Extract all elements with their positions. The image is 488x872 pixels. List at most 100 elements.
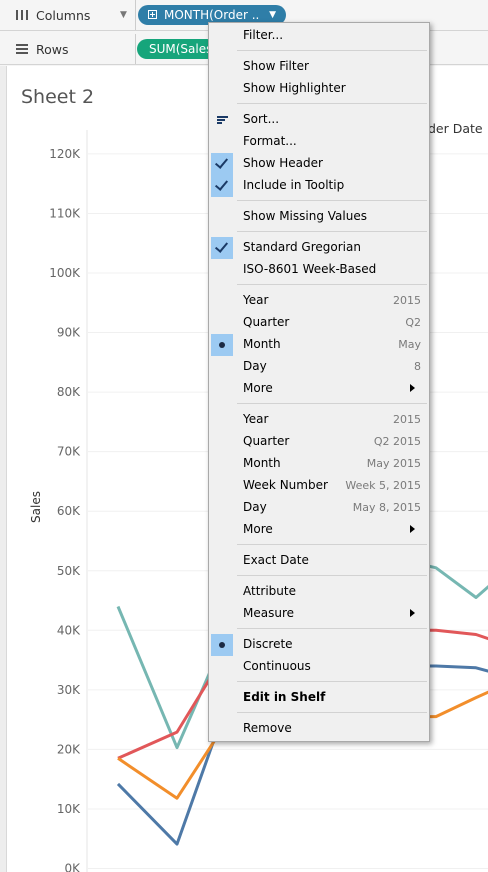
menu-item-day[interactable]: Day 8	[209, 356, 429, 378]
menu-item-discrete[interactable]: Discrete	[209, 634, 429, 656]
columns-label: Columns	[36, 8, 91, 23]
menu-item-label: Week Number	[243, 478, 328, 492]
menu-item-value: 2015	[393, 413, 421, 426]
menu-item-more[interactable]: More	[209, 378, 429, 400]
submenu-arrow-icon	[410, 609, 415, 617]
menu-item-remove[interactable]: Remove	[209, 718, 429, 740]
columns-icon	[16, 10, 28, 20]
menu-item-month[interactable]: Month May 2015	[209, 453, 429, 475]
sort-icon	[217, 116, 228, 125]
menu-item-label: Edit in Shelf	[243, 690, 326, 704]
menu-item-value: Q2 2015	[373, 435, 421, 448]
submenu-arrow-icon	[410, 384, 415, 392]
menu-item-month[interactable]: Month May	[209, 334, 429, 356]
radio-dot-icon	[211, 634, 233, 656]
menu-item-week-number[interactable]: Week Number Week 5, 2015	[209, 475, 429, 497]
menu-item-label: Year	[243, 293, 269, 307]
menu-item-year[interactable]: Year 2015	[209, 290, 429, 312]
menu-item-value: May 8, 2015	[352, 501, 421, 514]
y-tick-label: 30K	[57, 683, 81, 697]
menu-item-label: Year	[243, 412, 269, 426]
menu-item-show-missing-values[interactable]: Show Missing Values	[209, 206, 429, 228]
menu-item-more[interactable]: More	[209, 519, 429, 541]
menu-item-label: Month	[243, 337, 281, 351]
menu-item-value: 2015	[393, 294, 421, 307]
menu-item-day[interactable]: Day May 8, 2015	[209, 497, 429, 519]
y-tick-label: 110K	[49, 206, 81, 220]
menu-item-quarter[interactable]: Quarter Q2	[209, 312, 429, 334]
menu-item-show-filter[interactable]: Show Filter	[209, 56, 429, 78]
menu-item-label: Attribute	[243, 584, 296, 598]
y-tick-label: 50K	[57, 564, 81, 578]
menu-item-label: Standard Gregorian	[243, 240, 361, 254]
menu-separator	[237, 681, 427, 682]
menu-item-value: 8	[414, 360, 421, 373]
menu-item-value: Q2	[405, 316, 421, 329]
menu-item-exact-date[interactable]: Exact Date	[209, 550, 429, 572]
y-tick-label: 10K	[57, 802, 81, 816]
menu-separator	[237, 712, 427, 713]
menu-item-label: Sort...	[243, 112, 280, 126]
menu-item-attribute[interactable]: Attribute	[209, 581, 429, 603]
menu-separator	[237, 284, 427, 285]
checkmark-icon	[211, 153, 233, 175]
shelf-divider	[135, 0, 136, 30]
y-tick-label: 80K	[57, 385, 81, 399]
y-tick-label: 70K	[57, 445, 81, 459]
menu-item-label: More	[243, 522, 273, 536]
sort-bar	[217, 119, 225, 121]
y-tick-label: 120K	[49, 147, 81, 161]
menu-item-edit-in-shelf[interactable]: Edit in Shelf	[209, 687, 429, 709]
context-menu: Filter... Show Filter Show Highlighter Sort…	[208, 22, 430, 742]
shelf-divider	[135, 34, 136, 64]
menu-separator	[237, 103, 427, 104]
menu-item-label: Continuous	[243, 659, 311, 673]
menu-item-quarter[interactable]: Quarter Q2 2015	[209, 431, 429, 453]
menu-item-standard-gregorian[interactable]: Standard Gregorian	[209, 237, 429, 259]
menu-item-year[interactable]: Year 2015	[209, 409, 429, 431]
pill-label: SUM(Sales	[149, 42, 213, 56]
sum-sales-pill[interactable]: SUM(Sales	[137, 39, 217, 59]
menu-item-value: May	[398, 338, 421, 351]
expand-plus-icon[interactable]	[148, 10, 157, 19]
y-tick-label: 40K	[57, 623, 81, 637]
menu-item-label: Show Header	[243, 156, 323, 170]
menu-item-iso-8601-week-based[interactable]: ISO-8601 Week-Based	[209, 259, 429, 281]
menu-item-label: Discrete	[243, 637, 293, 651]
menu-item-label: Remove	[243, 721, 292, 735]
menu-item-filter[interactable]: Filter...	[209, 25, 429, 47]
menu-item-label: Day	[243, 359, 267, 373]
y-tick-label: 60K	[57, 504, 81, 518]
checkmark-icon	[211, 237, 233, 259]
menu-item-label: Exact Date	[243, 553, 309, 567]
menu-item-include-in-tooltip[interactable]: Include in Tooltip	[209, 175, 429, 197]
menu-item-sort[interactable]: Sort...	[209, 109, 429, 131]
menu-item-label: Month	[243, 456, 281, 470]
menu-item-value: Week 5, 2015	[345, 479, 421, 492]
chevron-down-icon[interactable]: ▼	[120, 10, 127, 20]
y-axis-title: Sales	[29, 491, 43, 523]
y-tick-label: 100K	[49, 266, 81, 280]
menu-item-label: Filter...	[243, 28, 284, 42]
menu-item-show-header[interactable]: Show Header	[209, 153, 429, 175]
y-tick-label: 0K	[64, 862, 81, 872]
menu-item-measure[interactable]: Measure	[209, 603, 429, 625]
menu-item-label: Day	[243, 500, 267, 514]
sort-bar	[217, 116, 228, 118]
menu-item-label: ISO-8601 Week-Based	[243, 262, 377, 276]
radio-dot-icon	[211, 334, 233, 356]
menu-item-value: May 2015	[366, 457, 421, 470]
rows-icon	[16, 44, 28, 54]
menu-item-show-highlighter[interactable]: Show Highlighter	[209, 78, 429, 100]
menu-item-label: Show Highlighter	[243, 81, 346, 95]
menu-separator	[237, 50, 427, 51]
menu-item-label: Show Missing Values	[243, 209, 367, 223]
menu-item-label: Include in Tooltip	[243, 178, 345, 192]
submenu-arrow-icon	[410, 525, 415, 533]
menu-item-format[interactable]: Format...	[209, 131, 429, 153]
menu-separator	[237, 200, 427, 201]
menu-item-label: Quarter	[243, 434, 290, 448]
menu-item-continuous[interactable]: Continuous	[209, 656, 429, 678]
menu-separator	[237, 544, 427, 545]
sort-bar	[217, 122, 222, 124]
